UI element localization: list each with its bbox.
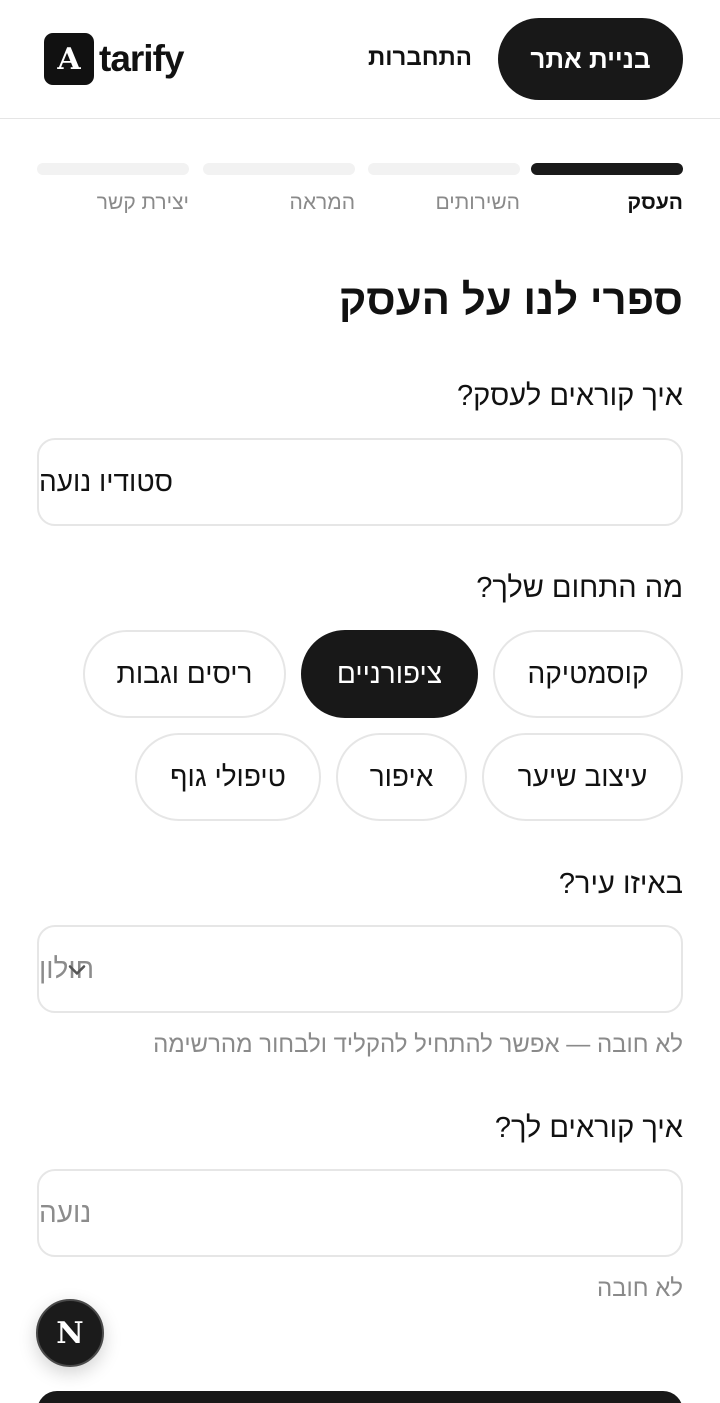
step-bar	[37, 163, 189, 175]
step-services: השירותים	[368, 163, 520, 215]
logo-mark: A	[44, 33, 94, 85]
continue-button[interactable]	[37, 1391, 683, 1403]
page-title: ספרי לנו על העסק	[338, 276, 683, 323]
build-site-button[interactable]: בניית אתר	[498, 18, 683, 100]
step-label: המראה	[289, 191, 355, 214]
chip-makeup[interactable]: איפור	[336, 733, 467, 821]
step-contact: יצירת קשר	[37, 163, 189, 215]
chip-nails[interactable]: ציפורניים	[301, 630, 478, 718]
step-business: העסק	[531, 163, 683, 215]
site-header: A tarify התחברות בניית אתר	[0, 0, 720, 119]
owner-name-hint: לא חובה	[596, 1275, 683, 1302]
chip-body-treatments[interactable]: טיפולי גוף	[135, 733, 321, 821]
step-appearance: המראה	[203, 163, 355, 215]
logo[interactable]: A tarify	[44, 33, 184, 85]
owner-name-label: איך קוראים לך?	[494, 1112, 683, 1144]
city-hint: לא חובה — אפשר להתחיל להקליד ולבחור מהרש…	[153, 1031, 683, 1058]
step-label: העסק	[627, 191, 683, 214]
next-dev-badge[interactable]: N	[36, 1299, 104, 1367]
step-label: השירותים	[435, 191, 520, 214]
step-bar	[203, 163, 355, 175]
steps-progress: העסק השירותים המראה יצירת קשר	[37, 163, 683, 223]
n-icon: N	[56, 1315, 84, 1351]
owner-name-input[interactable]: נועה	[37, 1169, 683, 1257]
chip-lashes-brows[interactable]: ריסים וגבות	[83, 630, 286, 718]
step-bar	[368, 163, 520, 175]
city-label: באיזו עיר?	[558, 868, 683, 900]
step-label: יצירת קשר	[96, 191, 189, 214]
step-bar	[531, 163, 683, 175]
login-link[interactable]: התחברות	[350, 40, 490, 76]
city-select[interactable]: חולון	[37, 925, 683, 1013]
business-name-label: איך קוראים לעסק?	[457, 380, 683, 412]
field-label: מה התחום שלך?	[476, 572, 683, 604]
chip-cosmetics[interactable]: קוסמטיקה	[493, 630, 683, 718]
chip-hair-styling[interactable]: עיצוב שיער	[482, 733, 683, 821]
logo-text: tarify	[99, 38, 184, 79]
business-name-input[interactable]: סטודיו נועה	[37, 438, 683, 526]
chevron-down-icon	[68, 965, 86, 975]
